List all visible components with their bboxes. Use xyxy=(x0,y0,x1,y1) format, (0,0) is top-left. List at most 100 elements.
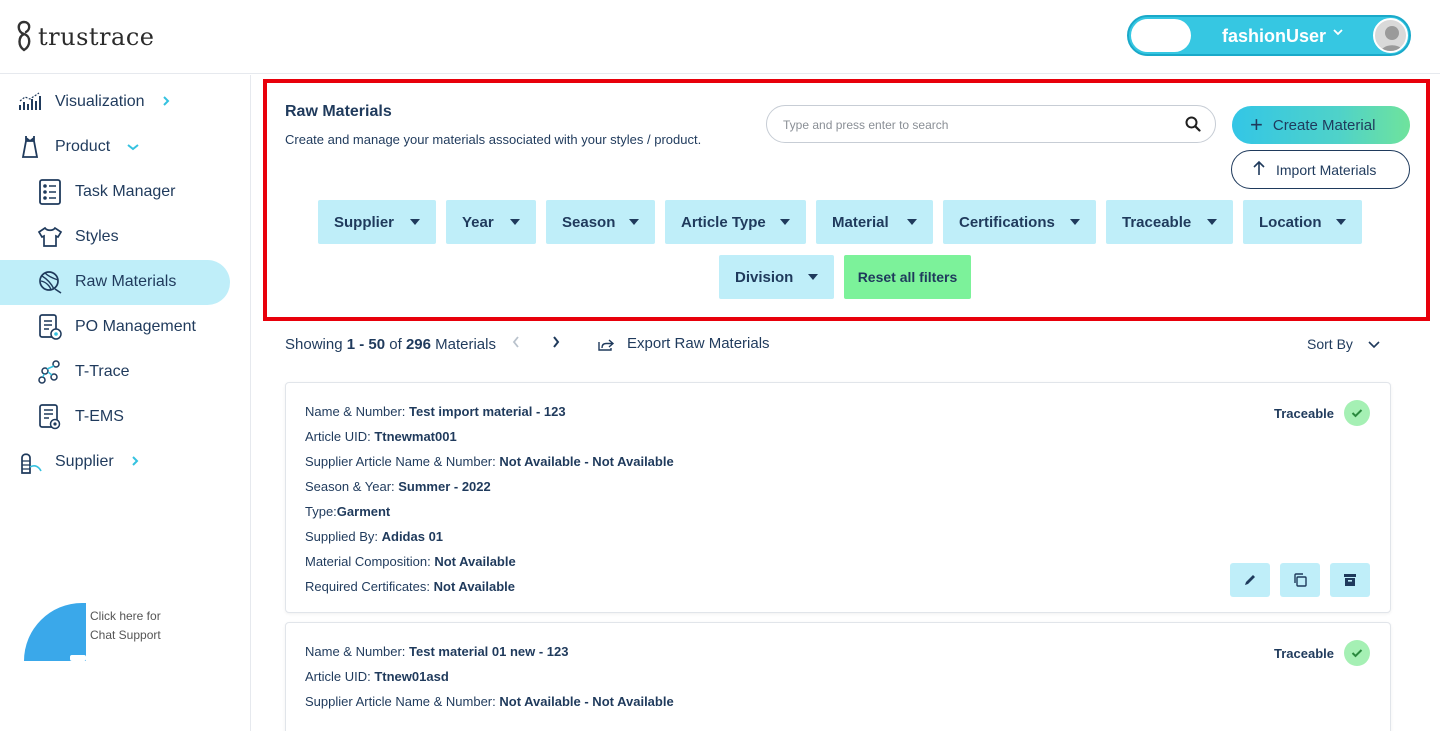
filter-label: Article Type xyxy=(681,213,766,231)
filter-certifications[interactable]: Certifications xyxy=(943,200,1096,244)
caret-down-icon xyxy=(808,274,818,280)
field-value: Test import material - 123 xyxy=(409,404,566,419)
avatar[interactable] xyxy=(1373,18,1408,53)
chevron-down-icon xyxy=(1368,341,1380,349)
previous-page-button[interactable] xyxy=(511,334,521,355)
edit-button[interactable] xyxy=(1230,563,1270,597)
filter-label: Traceable xyxy=(1122,213,1192,231)
chat-support-text: Click here for Chat Support xyxy=(90,607,161,645)
certificate-document-icon xyxy=(37,404,63,430)
chevron-left-icon xyxy=(512,336,519,348)
create-material-button[interactable]: + Create Material xyxy=(1232,106,1410,144)
sidebar-item-label: Raw Materials xyxy=(75,273,177,290)
filter-material[interactable]: Material xyxy=(816,200,933,244)
reset-filters-button[interactable]: Reset all filters xyxy=(844,255,971,299)
field-value: Ttnew01asd xyxy=(374,669,449,684)
pencil-icon xyxy=(1245,575,1255,585)
sidebar-item-po-management[interactable]: PO Management xyxy=(37,314,196,340)
chat-line-2: Chat Support xyxy=(90,628,161,642)
field-label: Type: xyxy=(305,504,337,519)
field-value: Garment xyxy=(336,504,391,519)
sidebar-item-product[interactable]: Product xyxy=(17,134,140,160)
po-document-icon xyxy=(37,314,63,340)
network-icon xyxy=(37,359,63,385)
search-box[interactable] xyxy=(766,105,1216,143)
theme-toggle[interactable] xyxy=(1131,19,1191,52)
filter-division[interactable]: Division xyxy=(719,255,834,299)
sidebar-item-label: Supplier xyxy=(55,453,114,470)
card-actions xyxy=(1230,563,1370,597)
card-supplied-by: Supplied By: Adidas 01 xyxy=(305,529,443,544)
filter-label: Division xyxy=(735,268,794,286)
page-title: Raw Materials xyxy=(285,103,392,120)
card-season-year: Season & Year: Summer - 2022 xyxy=(305,479,491,494)
filter-label: Season xyxy=(562,213,616,231)
card-supplier-article: Supplier Article Name & Number: Not Avai… xyxy=(305,454,674,469)
filter-location[interactable]: Location xyxy=(1243,200,1362,244)
filter-label: Supplier xyxy=(334,213,395,231)
plus-icon: + xyxy=(1250,112,1263,137)
sidebar-item-t-trace[interactable]: T-Trace xyxy=(37,359,130,385)
sidebar-item-t-ems[interactable]: T-EMS xyxy=(37,404,124,430)
archive-button[interactable] xyxy=(1330,563,1370,597)
results-count: Showing 1 - 50 of 296 Materials xyxy=(285,336,496,353)
field-value: Not Available - Not Available xyxy=(499,694,674,709)
sidebar-item-visualization[interactable]: Visualization xyxy=(17,89,171,115)
filter-article-type[interactable]: Article Type xyxy=(665,200,806,244)
filter-label: Location xyxy=(1259,213,1322,231)
sidebar-item-label: Product xyxy=(55,138,111,155)
field-label: Required Certificates: xyxy=(305,579,434,594)
import-materials-label: Import Materials xyxy=(1276,161,1377,178)
card-certificates: Required Certificates: Not Available xyxy=(305,579,515,594)
chat-support-widget[interactable]: Click here for Chat Support xyxy=(24,603,224,663)
sidebar-item-raw-materials[interactable]: Raw Materials xyxy=(37,269,176,295)
filter-season[interactable]: Season xyxy=(546,200,655,244)
field-value: Ttnewmat001 xyxy=(374,429,457,444)
material-card[interactable]: Name & Number: Test material 01 new - 12… xyxy=(285,622,1391,731)
sidebar-item-task-manager[interactable]: Task Manager xyxy=(37,179,176,205)
field-label: Name & Number: xyxy=(305,404,410,419)
user-menu[interactable]: fashionUser xyxy=(1127,15,1411,56)
results-suffix: Materials xyxy=(430,336,496,353)
material-card[interactable]: Name & Number: Test import material - 12… xyxy=(285,382,1391,613)
sidebar-item-label: PO Management xyxy=(75,318,196,335)
caret-down-icon xyxy=(410,219,420,225)
results-bar: Showing 1 - 50 of 296 Materials Export R… xyxy=(285,333,1395,357)
sidebar-item-supplier[interactable]: Supplier xyxy=(17,449,140,475)
search-icon[interactable] xyxy=(1185,116,1201,137)
field-value: Adidas 01 xyxy=(381,529,444,544)
chat-line-1: Click here for xyxy=(90,609,161,623)
export-icon xyxy=(598,338,615,351)
export-raw-materials-button[interactable]: Export Raw Materials xyxy=(597,335,770,352)
field-label: Supplier Article Name & Number: xyxy=(305,454,500,469)
next-page-button[interactable] xyxy=(551,334,561,355)
chevron-down-icon xyxy=(1332,25,1344,41)
results-prefix: Showing xyxy=(285,336,347,353)
sidebar-item-styles[interactable]: Styles xyxy=(37,224,119,250)
field-value: Not Available xyxy=(433,579,516,594)
filter-supplier[interactable]: Supplier xyxy=(318,200,436,244)
sidebar-item-label: Styles xyxy=(75,228,119,245)
check-icon xyxy=(1344,640,1370,666)
caret-down-icon xyxy=(510,219,520,225)
archive-icon xyxy=(1344,574,1356,586)
sidebar-item-label: Visualization xyxy=(55,93,145,110)
duplicate-button[interactable] xyxy=(1280,563,1320,597)
copy-icon xyxy=(1294,573,1307,587)
logo-link-icon xyxy=(17,20,31,52)
field-label: Season & Year: xyxy=(305,479,399,494)
filter-label: Certifications xyxy=(959,213,1055,231)
search-input[interactable] xyxy=(783,115,1163,135)
sidebar: Visualization Product Task Manager Style… xyxy=(0,75,251,731)
sort-by-dropdown[interactable]: Sort By xyxy=(1307,336,1381,352)
import-materials-button[interactable]: Import Materials xyxy=(1231,150,1410,189)
trustrace-logo[interactable]: trustrace xyxy=(14,20,154,54)
traceable-status: Traceable xyxy=(1274,400,1370,426)
main-content: Raw Materials Create and manage your mat… xyxy=(252,75,1440,731)
sidebar-item-label: Task Manager xyxy=(75,183,176,200)
filter-year[interactable]: Year xyxy=(446,200,536,244)
card-uid: Article UID: Ttnewmat001 xyxy=(305,429,457,444)
field-value: Not Available - Not Available xyxy=(499,454,674,469)
chart-icon xyxy=(17,89,43,115)
filter-traceable[interactable]: Traceable xyxy=(1106,200,1233,244)
